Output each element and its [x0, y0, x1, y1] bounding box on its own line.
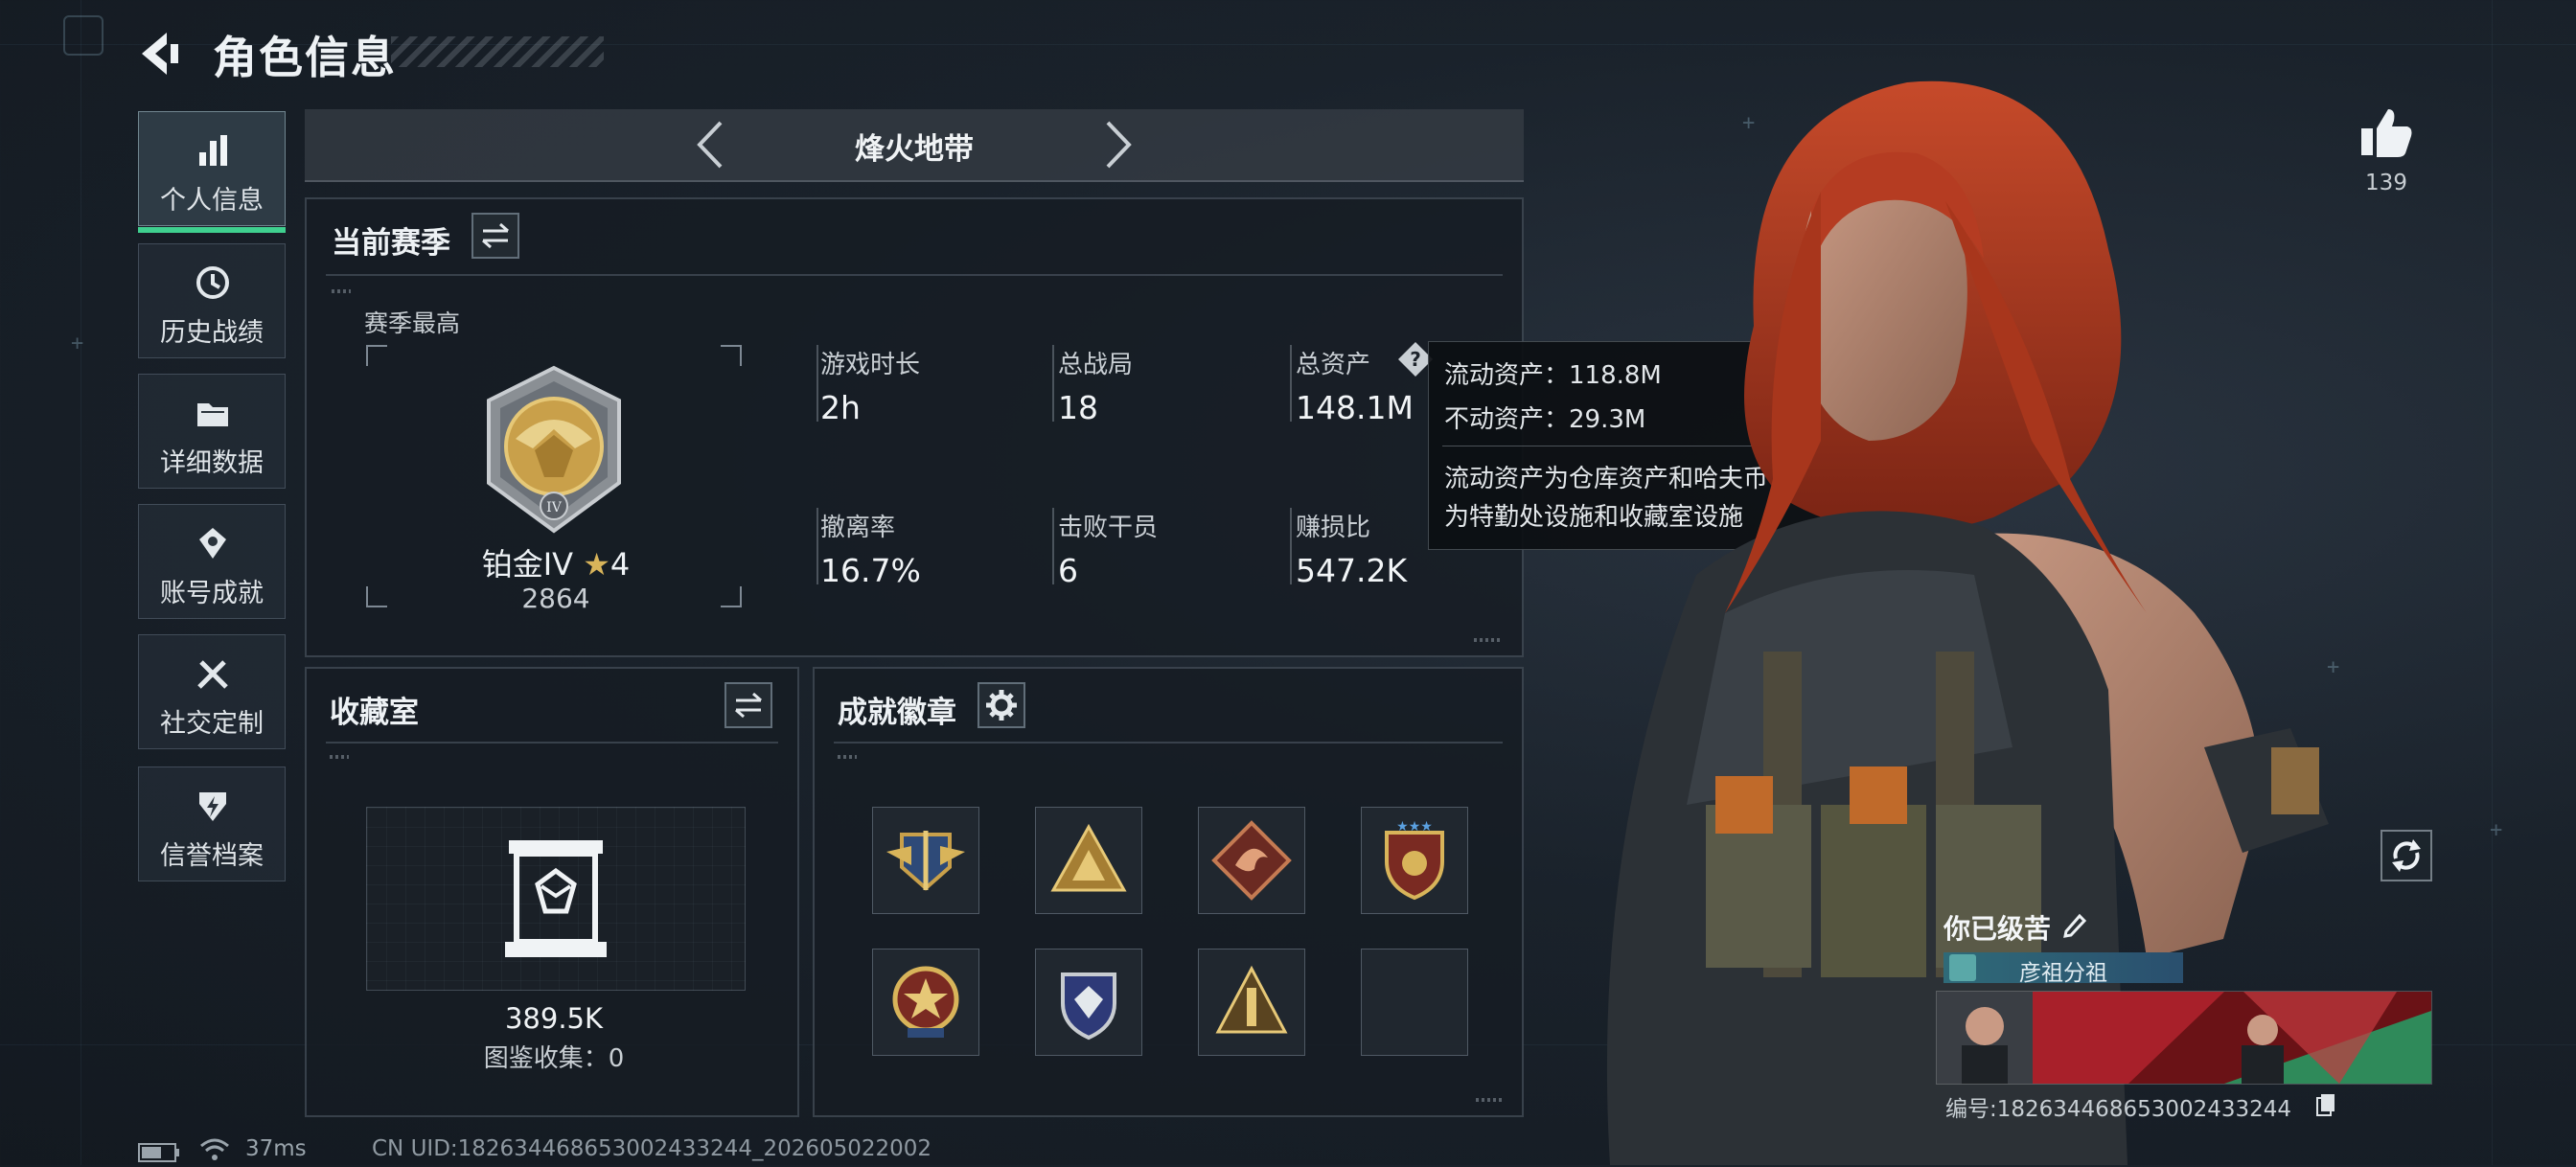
season-best-label: 赛季最高: [364, 309, 461, 337]
shield-bolt-icon: [199, 792, 226, 821]
achievement-badge[interactable]: [872, 949, 979, 1056]
star-icon: ★: [583, 546, 610, 583]
sidebar-item-detailed-data[interactable]: 详细数据: [138, 374, 286, 489]
history-clock-icon: [196, 266, 229, 299]
bar-chart-icon: [199, 135, 227, 166]
mode-selector: 烽火地带: [305, 109, 1524, 182]
achievement-badge[interactable]: [1198, 807, 1305, 914]
season-panel: 当前赛季 赛季最高 IV 铂金IV ★4 2864 游戏时长 2h 总战局 18…: [305, 197, 1524, 657]
svg-text:★★★: ★★★: [1396, 819, 1433, 835]
achievements-settings-button[interactable]: [978, 682, 1025, 728]
pencil-icon: [2063, 913, 2087, 938]
sidebar-item-label: 账号成就: [160, 579, 264, 608]
achievement-badge-empty[interactable]: [1361, 949, 1468, 1056]
sidebar-item-history[interactable]: 历史战绩: [138, 243, 286, 358]
sidebar-item-account-achievements[interactable]: 账号成就: [138, 504, 286, 619]
wings-sword-badge-icon: [886, 831, 965, 891]
achievement-badge[interactable]: [872, 807, 979, 914]
collection-display[interactable]: [366, 807, 746, 991]
display-case-icon: [505, 840, 607, 957]
achievements-title: 成就徽章: [838, 696, 956, 730]
like-button[interactable]: [2358, 103, 2415, 161]
like-count: 139: [2365, 171, 2407, 195]
player-id: 编号:1826344686530024332​44: [1945, 1097, 2292, 1122]
shield-stars-badge-icon: ★★★: [1385, 819, 1444, 901]
stat-label-profit-ratio: 赚损比: [1296, 514, 1371, 542]
rank-stars: 4: [610, 546, 631, 583]
achievement-badge[interactable]: [1198, 949, 1305, 1056]
sidebar-item-personal-info[interactable]: 个人信息: [138, 111, 286, 233]
stat-value-total-assets: 148.1M: [1296, 389, 1414, 426]
group-tag[interactable]: 彦祖分祖: [1944, 952, 2183, 986]
collection-value: 389.5K: [504, 1002, 604, 1035]
player-name: 你已级苦: [1944, 913, 2052, 945]
sidebar-item-label: 信誉档案: [160, 841, 264, 871]
dragon-badge-icon: [1211, 820, 1292, 901]
sidebar-item-credit-record[interactable]: 信誉档案: [138, 767, 286, 881]
rank-emblem-icon: IV: [487, 365, 621, 534]
back-button[interactable]: [134, 27, 188, 80]
achievement-badge[interactable]: ★★★: [1361, 807, 1468, 914]
back-arrow-icon: [142, 33, 178, 75]
stat-label-playtime: 游戏时长: [820, 351, 921, 379]
copy-id-button[interactable]: [2315, 1092, 2336, 1117]
achievements-panel: 成就徽章 ★★★: [813, 667, 1524, 1117]
wifi-icon: [199, 1136, 230, 1163]
star-medal-badge-icon: [892, 966, 959, 1038]
sidebar-item-label: 社交定制: [160, 709, 264, 739]
edit-name-button[interactable]: [2060, 910, 2089, 939]
stat-value-total-matches: 18: [1058, 389, 1098, 426]
collection-panel: 收藏室 389.5K 图鉴收集：0: [305, 667, 799, 1117]
achievement-badge[interactable]: [1035, 949, 1142, 1056]
tower-badge-icon: [1215, 965, 1288, 1034]
rank-name: 铂金IV: [481, 546, 574, 583]
collection-catalog: 图鉴收集：0: [483, 1044, 625, 1073]
achievement-badge[interactable]: [1035, 807, 1142, 914]
season-switch-button[interactable]: [472, 213, 519, 259]
folder-icon: [197, 403, 228, 426]
mountain-badge-icon: [1050, 823, 1127, 892]
sidebar-item-label: 历史战绩: [160, 318, 264, 348]
collection-title: 收藏室: [330, 696, 419, 730]
svg-text:IV: IV: [546, 500, 563, 515]
svg-text:?: ?: [1410, 348, 1421, 371]
swap-icon: [482, 222, 509, 249]
stat-value-operators-defeated: 6: [1058, 552, 1078, 589]
season-title: 当前赛季: [332, 226, 450, 261]
banner-image: [1937, 992, 2431, 1084]
gear-icon: [986, 690, 1017, 721]
stat-label-total-matches: 总战局: [1058, 351, 1134, 379]
group-name: 彦祖分祖: [2019, 961, 2107, 986]
sidebar-item-label: 个人信息: [160, 186, 264, 216]
copy-icon: [2316, 1094, 2334, 1116]
battery-icon: [138, 1143, 180, 1162]
stat-value-extraction-rate: 16.7%: [820, 552, 921, 589]
tools-icon: [197, 660, 228, 689]
stat-label-extraction-rate: 撤离率: [820, 514, 896, 542]
player-banner[interactable]: [1936, 991, 2432, 1085]
page-title: 角色信息: [213, 32, 397, 83]
chevron-right-icon: [1106, 121, 1132, 169]
mode-name: 烽火地带: [855, 132, 974, 167]
stat-value-profit-ratio: 547.2K: [1296, 552, 1408, 589]
stat-label-operators-defeated: 击败干员: [1058, 514, 1159, 542]
rank-score: 2864: [521, 583, 590, 614]
swap-icon: [735, 692, 762, 719]
uid-text: CN UID:1826344686530024332​44_2026050220…: [372, 1136, 932, 1161]
sidebar-item-label: 详细数据: [160, 448, 264, 478]
diamond-shield-badge-icon: [1061, 972, 1116, 1041]
stat-value-playtime: 2h: [820, 389, 861, 426]
thumbs-up-icon: [2361, 109, 2412, 157]
title-decoration: [391, 36, 604, 67]
collection-switch-button[interactable]: [724, 682, 772, 728]
sidebar-item-social-custom[interactable]: 社交定制: [138, 634, 286, 749]
mode-next-button[interactable]: [1092, 119, 1140, 171]
stat-label-total-assets: 总资产: [1296, 351, 1371, 379]
achievement-medal-icon: [199, 528, 226, 559]
refresh-button[interactable]: [2380, 830, 2432, 881]
refresh-icon: [2392, 839, 2421, 872]
ping-value: 37ms: [245, 1136, 307, 1161]
rank-title: 铂金IV ★4: [470, 540, 642, 584]
